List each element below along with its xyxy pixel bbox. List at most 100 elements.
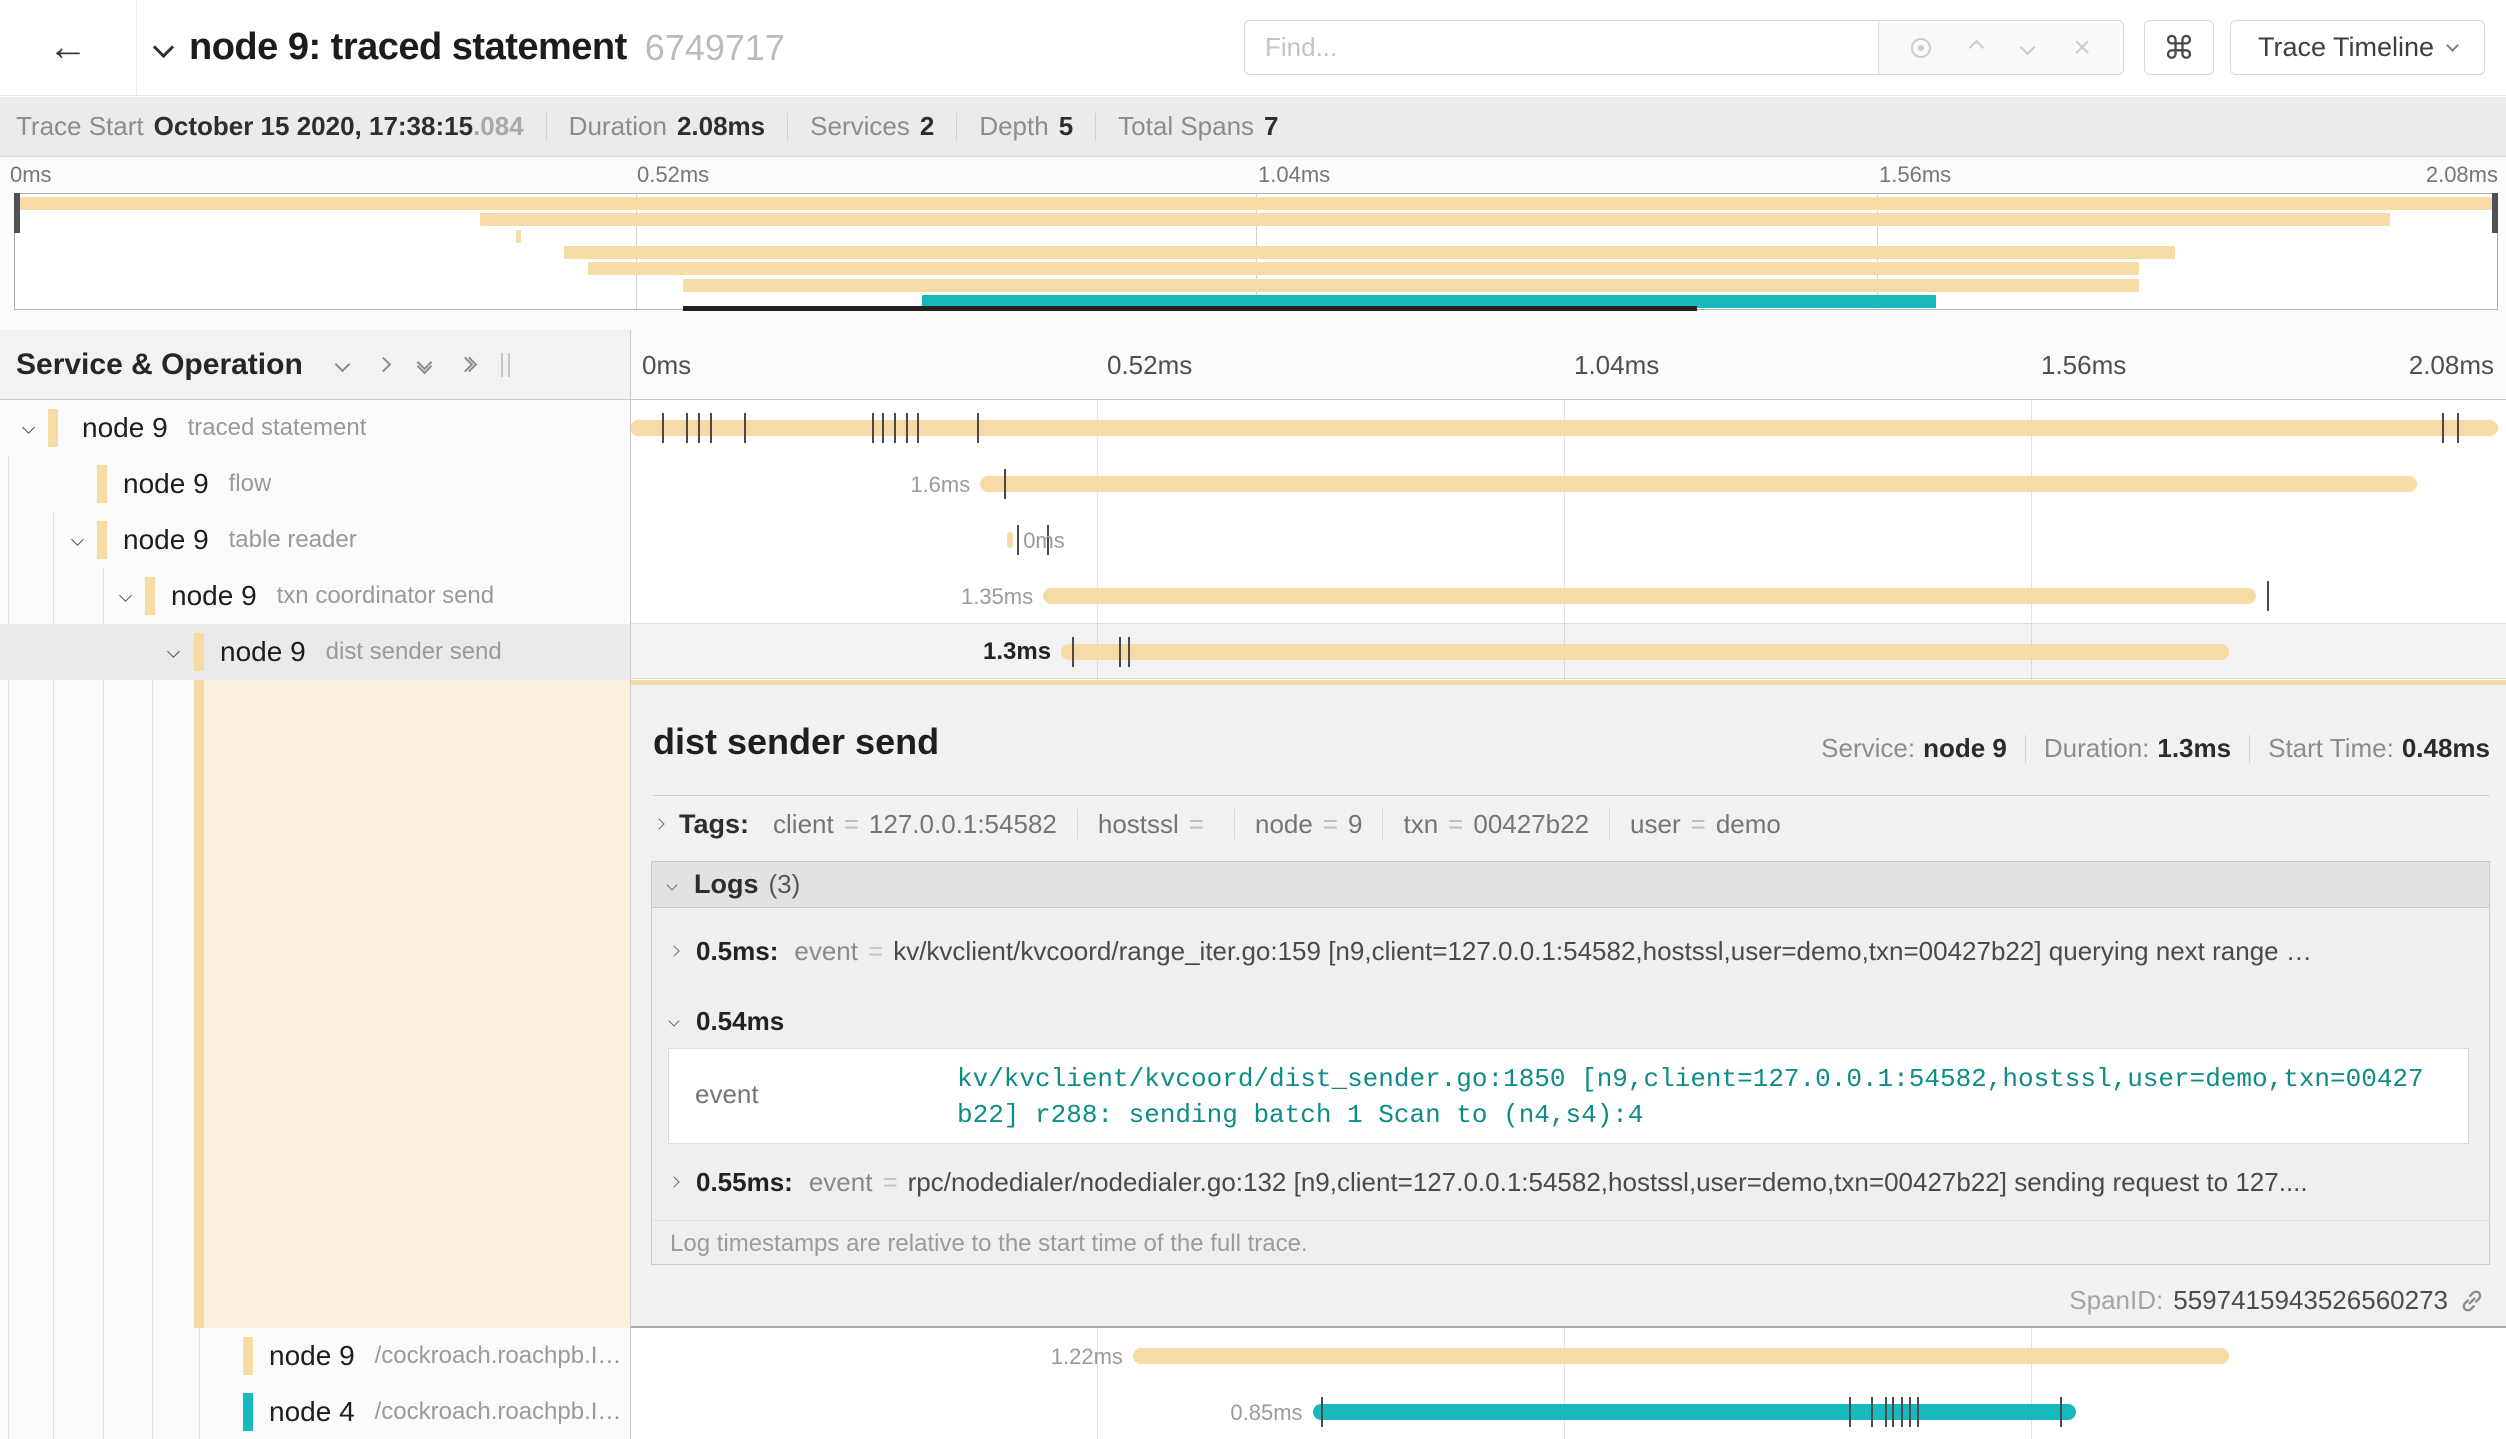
span-row-traced-statement[interactable]: node 9 traced statement (0, 400, 630, 456)
copy-link-icon[interactable] (2458, 1287, 2486, 1315)
span-color-bar (243, 1337, 253, 1375)
row-collapse-chevron-icon[interactable] (22, 421, 35, 434)
expand-one-icon[interactable] (376, 357, 392, 373)
minimap-canvas[interactable] (14, 193, 2498, 310)
event-key: event (695, 1079, 759, 1110)
trace-view-label: Trace Timeline (2258, 32, 2434, 63)
find-input[interactable] (1244, 20, 1878, 75)
span-row-node4-grpc[interactable]: node 4 /cockroach.roachpb.I… (0, 1384, 630, 1439)
starttime-stat-label: Start Time: (2268, 733, 2394, 764)
log-marker-tick (1849, 1397, 1851, 1427)
span-duration-bar[interactable] (1007, 532, 1013, 548)
timeline-tick-2: 1.04ms (1574, 350, 1659, 381)
log-row-0[interactable]: 0.5ms: event = kv/kvclient/kvcoord/range… (652, 908, 2489, 994)
minimap-span-bar (516, 230, 521, 243)
tag-user: user=demo (1630, 809, 1781, 840)
log-marker-tick (894, 413, 896, 443)
log-row-1-header[interactable]: 0.54ms (652, 994, 2489, 1048)
page-title: node 9: traced statement (189, 26, 627, 69)
trace-view-select[interactable]: Trace Timeline (2230, 20, 2485, 75)
service-operation-title: Service & Operation (16, 348, 303, 382)
logs-title: Logs (694, 869, 759, 900)
duration-stat-value: 1.3ms (2157, 733, 2231, 764)
log-key: event (794, 936, 858, 967)
timeline-row-table-reader[interactable]: 0ms (630, 512, 2506, 568)
log-value: rpc/nodedialer/nodedialer.go:132 [n9,cli… (908, 1167, 2308, 1198)
span-list-header: Service & Operation (0, 330, 630, 400)
span-row-flow[interactable]: node 9 flow (0, 456, 630, 512)
log-row-2[interactable]: 0.55ms: event = rpc/nodedialer/nodediale… (652, 1144, 2489, 1220)
service-name: node 9 (171, 580, 257, 612)
timeline-row-flow[interactable]: 1.6ms (630, 456, 2506, 512)
span-row-dist-sender-send[interactable]: node 9 dist sender send (0, 624, 630, 680)
log-timestamp: 0.55ms: (696, 1167, 793, 1198)
log-collapse-chevron-icon[interactable] (668, 1015, 679, 1026)
span-color-bar (97, 465, 107, 503)
operation-name: /cockroach.roachpb.I… (375, 1398, 622, 1426)
span-id-value: 5597415943526560273 (2173, 1285, 2448, 1316)
focus-match-icon[interactable] (1911, 38, 1931, 58)
span-id-row: SpanID: 5597415943526560273 (2069, 1285, 2486, 1316)
trace-id: 6749717 (645, 27, 785, 69)
minimap-span-bar (15, 197, 2497, 210)
minimap-tick-0: 0ms (10, 162, 52, 188)
log-marker-tick (2060, 1397, 2062, 1427)
timeline-row-traced-statement[interactable] (630, 400, 2506, 456)
logs-collapse-chevron-icon[interactable] (666, 879, 677, 890)
row-collapse-chevron-icon[interactable] (71, 533, 84, 546)
collapse-all-icon[interactable] (335, 357, 351, 373)
tags-expand-chevron-icon[interactable] (653, 818, 664, 829)
span-row-txn-coordinator-send[interactable]: node 9 txn coordinator send (0, 568, 630, 624)
collapse-deep-icon[interactable] (419, 357, 430, 372)
minimap-tick-2: 1.04ms (1258, 162, 1330, 188)
row-collapse-chevron-icon[interactable] (119, 589, 132, 602)
log-value: kv/kvclient/kvcoord/range_iter.go:159 [n… (893, 936, 2312, 967)
row-collapse-chevron-icon[interactable] (167, 645, 180, 658)
span-duration-bar[interactable] (1133, 1348, 2229, 1364)
service-name: node 9 (220, 636, 306, 668)
panel-divider[interactable] (630, 330, 631, 1439)
keyboard-shortcuts-button[interactable]: ⌘ (2144, 20, 2214, 75)
span-id-label: SpanID: (2069, 1285, 2163, 1316)
timeline-row-txn-coordinator-send[interactable]: 1.35ms (630, 568, 2506, 624)
back-button[interactable]: ← (22, 0, 114, 95)
clear-search-icon[interactable]: × (2073, 33, 2091, 63)
timeline-row-node9-grpc[interactable]: 1.22ms (630, 1328, 2506, 1384)
log-marker-tick (872, 413, 874, 443)
log-expand-chevron-icon[interactable] (668, 1176, 679, 1187)
timeline-row-dist-sender-send[interactable]: 1.3ms (630, 623, 2506, 679)
span-duration-bar[interactable] (1061, 644, 2229, 660)
timeline-tick-4: 2.08ms (2409, 350, 2494, 381)
indent-guide (103, 568, 104, 1439)
minimap-left-drag-handle[interactable] (14, 193, 20, 233)
log-marker-tick (2267, 581, 2269, 611)
span-row-table-reader[interactable]: node 9 table reader (0, 512, 630, 568)
log-marker-tick (1901, 1397, 1903, 1427)
next-match-icon[interactable] (2020, 40, 2036, 56)
prev-match-icon[interactable] (1969, 40, 1985, 56)
log-expand-chevron-icon[interactable] (668, 945, 679, 956)
depth-value: 5 (1059, 111, 1073, 142)
expand-all-icon[interactable] (460, 359, 475, 370)
span-row-node9-grpc[interactable]: node 9 /cockroach.roachpb.I… (0, 1328, 630, 1384)
span-duration-bar[interactable] (1313, 1404, 2076, 1420)
span-color-bar (145, 577, 155, 615)
log-marker-tick (1909, 1397, 1911, 1427)
tags-label: Tags: (679, 809, 749, 840)
column-resize-handle[interactable] (501, 353, 510, 377)
span-duration-bar[interactable] (630, 420, 2498, 436)
service-name: node 4 (269, 1396, 355, 1428)
tags-row[interactable]: Tags: client=127.0.0.1:54582 hostssl= no… (655, 804, 2490, 844)
span-duration-bar[interactable] (980, 476, 2417, 492)
minimap-scroll-indicator[interactable] (683, 306, 1697, 311)
log-marker-tick (1119, 637, 1121, 667)
span-duration-bar[interactable] (1043, 588, 2255, 604)
log-marker-tick (2442, 413, 2444, 443)
span-duration-label: 1.35ms (961, 584, 1033, 610)
collapse-trace-chevron-icon[interactable] (153, 37, 174, 58)
span-color-bar (243, 1393, 253, 1431)
minimap-right-drag-handle[interactable] (2492, 193, 2498, 233)
log-marker-tick (1072, 637, 1074, 667)
logs-header[interactable]: Logs (3) (652, 862, 2489, 908)
timeline-row-node4-grpc[interactable]: 0.85ms (630, 1384, 2506, 1439)
